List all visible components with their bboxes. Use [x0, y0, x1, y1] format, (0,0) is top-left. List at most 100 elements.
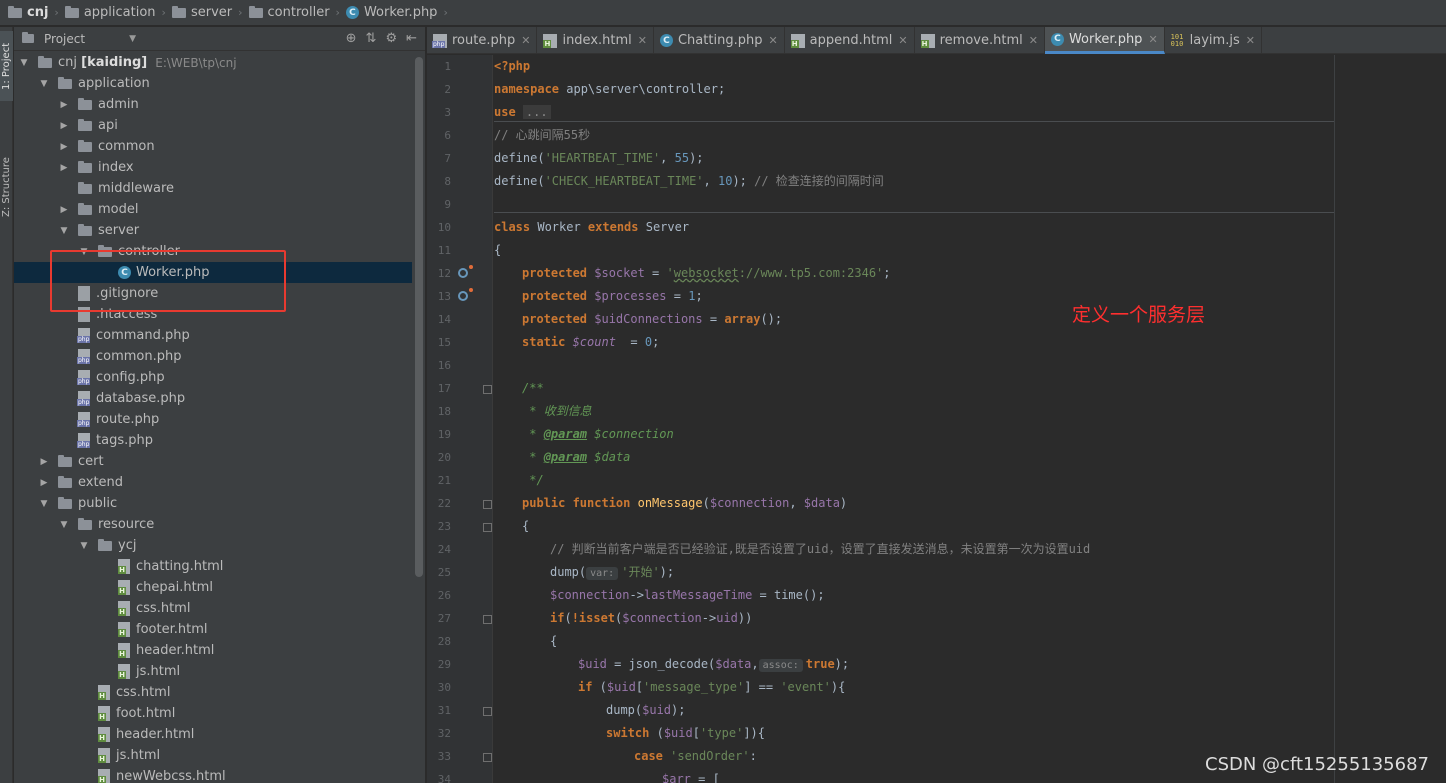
- tree-item-header-html[interactable]: header.html: [14, 640, 412, 661]
- tree-item-css-html-2[interactable]: css.html: [14, 682, 412, 703]
- fold-icon[interactable]: [483, 385, 492, 394]
- tree-item-foot-html[interactable]: foot.html: [14, 703, 412, 724]
- tree-item-config-php[interactable]: config.php: [14, 367, 412, 388]
- code-editor[interactable]: <?php namespace app\server\controller; u…: [494, 55, 1446, 783]
- tree-item-command-php[interactable]: command.php: [14, 325, 412, 346]
- folder-icon: [78, 202, 92, 215]
- tree-item-chepai-html[interactable]: chepai.html: [14, 577, 412, 598]
- code-line-27: if(!isset($connection->uid)): [494, 607, 752, 630]
- tree-item-chatting-html[interactable]: chatting.html: [14, 556, 412, 577]
- hide-panel-icon[interactable]: ⇤: [406, 31, 417, 46]
- tree-item-js-html-2[interactable]: js.html: [14, 745, 412, 766]
- tree-item-index[interactable]: ▶ index: [14, 157, 412, 178]
- line-number: 11: [437, 244, 451, 257]
- tree-item-header-html-2[interactable]: header.html: [14, 724, 412, 745]
- tree-item-application[interactable]: ▼ application: [14, 73, 412, 94]
- breadcrumb-item-cnj[interactable]: cnj: [4, 5, 52, 20]
- chevron-right-icon[interactable]: ▶: [58, 121, 70, 131]
- line-number: 28: [437, 635, 451, 648]
- tree-item-cnj[interactable]: ▼ cnj [kaiding] E:\WEB\tp\cnj: [14, 52, 412, 73]
- tree-item-api[interactable]: ▶ api: [14, 115, 412, 136]
- fold-icon[interactable]: [483, 523, 492, 532]
- breadcrumb-item-controller[interactable]: controller: [245, 5, 334, 20]
- breadcrumb-item-server[interactable]: server: [168, 5, 236, 20]
- tree-item-middleware[interactable]: middleware: [14, 178, 412, 199]
- project-icon: [22, 32, 34, 43]
- code-text: =: [666, 289, 689, 303]
- fold-icon[interactable]: [483, 500, 492, 509]
- project-tool-tab[interactable]: 1: Project: [0, 31, 13, 101]
- close-icon[interactable]: ✕: [638, 34, 647, 47]
- tree-item-database-php[interactable]: database.php: [14, 388, 412, 409]
- breadcrumb-item-application[interactable]: application: [61, 5, 160, 20]
- tree-item-common-php[interactable]: common.php: [14, 346, 412, 367]
- tree-scrollbar[interactable]: [415, 57, 423, 577]
- html-file-icon: [98, 685, 110, 700]
- tab-index-html[interactable]: index.html ✕: [537, 27, 654, 54]
- tree-item-css-html[interactable]: css.html: [14, 598, 412, 619]
- tree-item-ycj[interactable]: ▼ ycj: [14, 535, 412, 556]
- close-icon[interactable]: ✕: [768, 34, 777, 47]
- line-number: 27: [437, 612, 451, 625]
- tab-worker-php[interactable]: C Worker.php ✕: [1044, 27, 1165, 54]
- function-name: onMessage: [630, 496, 703, 510]
- tree-item-public[interactable]: ▼ public: [14, 493, 412, 514]
- close-icon[interactable]: ✕: [898, 34, 907, 47]
- tab-route-php[interactable]: route.php ✕: [427, 27, 538, 54]
- tree-item-cert[interactable]: ▶ cert: [14, 451, 412, 472]
- chevron-down-icon[interactable]: ▼: [58, 520, 70, 530]
- tab-layim-js[interactable]: 101 010 layim.js ✕: [1165, 27, 1262, 54]
- chevron-down-icon[interactable]: ▼: [58, 226, 70, 236]
- collapse-all-icon[interactable]: ⇅: [366, 31, 377, 46]
- line-number: 10: [437, 221, 451, 234]
- code-line-29: $uid = json_decode($data, assoc: true);: [494, 653, 849, 676]
- close-icon[interactable]: ✕: [1029, 34, 1038, 47]
- tree-item-server[interactable]: ▼ server: [14, 220, 412, 241]
- tree-item-label: command.php: [96, 328, 190, 343]
- override-marker-icon[interactable]: [458, 288, 473, 301]
- line-number: 24: [437, 543, 451, 556]
- close-icon[interactable]: ✕: [1246, 34, 1255, 47]
- tree-item-tags-php[interactable]: tags.php: [14, 430, 412, 451]
- tree-item-common[interactable]: ▶ common: [14, 136, 412, 157]
- folder-icon: [64, 5, 79, 18]
- tree-item-admin[interactable]: ▶ admin: [14, 94, 412, 115]
- chevron-right-icon[interactable]: ▶: [58, 142, 70, 152]
- tree-item-extend[interactable]: ▶ extend: [14, 472, 412, 493]
- structure-tool-tab[interactable]: Z: Structure: [0, 145, 13, 229]
- chevron-right-icon[interactable]: ▶: [58, 163, 70, 173]
- chevron-down-icon[interactable]: ▼: [38, 79, 50, 89]
- locate-icon[interactable]: ⊕: [346, 31, 357, 46]
- folded-region[interactable]: ...: [522, 105, 551, 119]
- gear-icon[interactable]: ⚙: [385, 31, 397, 46]
- breadcrumb-item-worker[interactable]: C Worker.php: [342, 5, 441, 20]
- tab-remove-html[interactable]: remove.html ✕: [915, 27, 1045, 54]
- chevron-right-icon[interactable]: ▶: [38, 478, 50, 488]
- tab-append-html[interactable]: append.html ✕: [785, 27, 915, 54]
- override-marker-icon[interactable]: [458, 265, 473, 278]
- tree-item-js-html[interactable]: js.html: [14, 661, 412, 682]
- chevron-down-icon[interactable]: ▼: [18, 58, 30, 68]
- chevron-right-icon[interactable]: ▶: [58, 100, 70, 110]
- tree-item-resource[interactable]: ▼ resource: [14, 514, 412, 535]
- tree-item-model[interactable]: ▶ model: [14, 199, 412, 220]
- tree-item-route-php[interactable]: route.php: [14, 409, 412, 430]
- tab-chatting-php[interactable]: C Chatting.php ✕: [654, 27, 785, 54]
- class-name: Server: [638, 220, 690, 234]
- chevron-right-icon[interactable]: ▶: [58, 205, 70, 215]
- chevron-right-icon: ›: [443, 6, 448, 19]
- fold-icon[interactable]: [483, 753, 492, 762]
- project-view-selector[interactable]: Project: [44, 32, 85, 46]
- chevron-right-icon[interactable]: ▶: [38, 457, 50, 467]
- fold-icon[interactable]: [483, 615, 492, 624]
- line-number: 30: [437, 681, 451, 694]
- tree-item-newwebcss-html[interactable]: newWebcss.html: [14, 766, 412, 783]
- close-icon[interactable]: ✕: [1148, 33, 1157, 46]
- fold-icon[interactable]: [483, 707, 492, 716]
- chevron-down-icon[interactable]: ▼: [38, 499, 50, 509]
- code-line-3: use ...: [494, 101, 551, 124]
- chevron-down-icon[interactable]: ▼: [129, 34, 136, 44]
- tree-item-footer-html[interactable]: footer.html: [14, 619, 412, 640]
- close-icon[interactable]: ✕: [521, 34, 530, 47]
- chevron-down-icon[interactable]: ▼: [78, 541, 90, 551]
